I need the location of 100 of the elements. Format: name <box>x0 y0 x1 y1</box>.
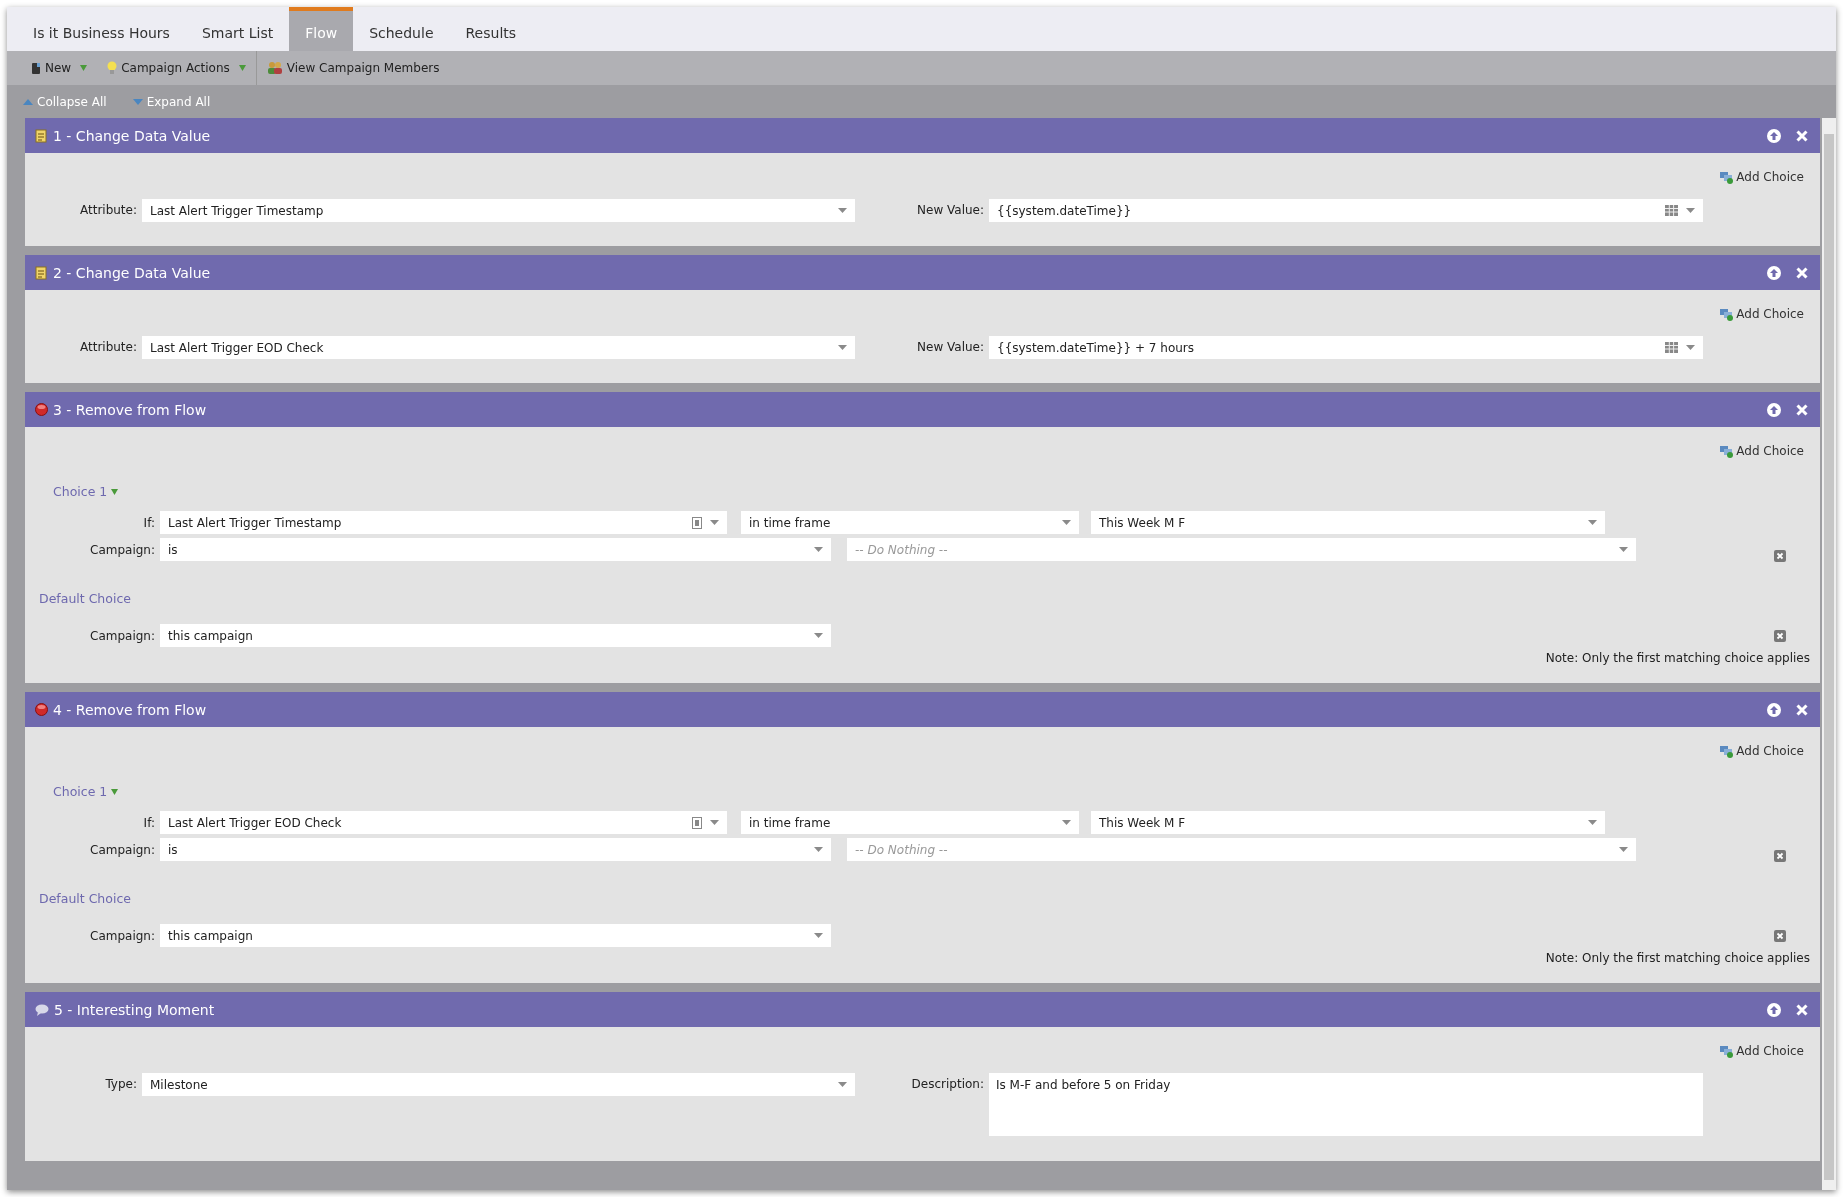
caret-icon <box>838 345 847 350</box>
toolbar-button[interactable]: New <box>21 51 98 85</box>
add-choice-button[interactable]: Add Choice <box>1720 307 1804 321</box>
field-label: If: <box>142 815 156 830</box>
close-icon[interactable] <box>1796 403 1808 416</box>
value-field[interactable]: {{system.dateTime}} <box>989 199 1703 222</box>
toolbar-button[interactable]: View Campaign Members <box>256 51 450 85</box>
remove-choice-button[interactable] <box>1774 930 1786 945</box>
field-label: Campaign: <box>89 842 156 857</box>
stop-icon <box>35 703 48 716</box>
calendar-icon <box>1665 342 1678 353</box>
add-choice-button[interactable]: Add Choice <box>1720 1044 1804 1058</box>
tab[interactable]: Smart List <box>185 7 290 51</box>
toolbar-button[interactable]: Campaign Actions <box>97 51 257 85</box>
tab[interactable]: Is it Business Hours <box>17 7 186 51</box>
close-icon[interactable] <box>1796 1003 1808 1016</box>
caret-icon <box>111 488 119 495</box>
field-label: If: <box>142 515 156 530</box>
stop-icon <box>35 403 48 416</box>
value-field[interactable]: {{system.dateTime}} + 7 hours <box>989 336 1703 359</box>
add-choice-button[interactable]: Add Choice <box>1720 444 1804 458</box>
field-label: Description: <box>910 1076 985 1093</box>
filter-select[interactable]: Last Alert Trigger EOD Check <box>160 811 727 834</box>
remove-choice-button[interactable] <box>1774 550 1786 565</box>
add-choice-icon <box>1720 744 1735 758</box>
attribute-select[interactable]: Milestone <box>142 1073 855 1096</box>
caret-icon <box>238 65 246 71</box>
speech-bubble-icon <box>35 1003 49 1016</box>
field-label: Campaign: <box>89 628 156 643</box>
note-text: Note: Only the first matching choice applies <box>1545 951 1810 965</box>
add-choice-icon <box>1720 1044 1735 1058</box>
campaign-select[interactable]: is <box>160 538 831 561</box>
close-icon[interactable] <box>1796 703 1808 716</box>
description-field[interactable]: Is M-F and before 5 on Friday <box>989 1073 1703 1136</box>
step-title: 3 - Remove from Flow <box>53 401 208 418</box>
add-choice-button[interactable]: Add Choice <box>1720 170 1804 184</box>
caret-icon <box>838 1082 847 1087</box>
campaign-select[interactable]: this campaign <box>160 924 831 947</box>
triangle-down-icon <box>132 98 143 105</box>
add-choice-icon <box>1720 170 1735 184</box>
close-icon[interactable] <box>1796 129 1808 142</box>
field-label: Campaign: <box>89 542 156 557</box>
tab[interactable]: Schedule <box>353 7 450 51</box>
notepad-icon <box>35 265 48 280</box>
notepad-icon <box>35 128 48 143</box>
choice-toggle[interactable]: Choice 1 <box>53 784 119 799</box>
attribute-select[interactable]: Last Alert Trigger Timestamp <box>142 199 855 222</box>
attribute-select[interactable]: Last Alert Trigger EOD Check <box>142 336 855 359</box>
close-icon[interactable] <box>1796 266 1808 279</box>
caret-icon <box>80 65 88 71</box>
caret-icon <box>814 933 823 938</box>
field-label: Campaign: <box>89 928 156 943</box>
caret-icon <box>1619 547 1628 552</box>
operator-select[interactable]: in time frame <box>741 511 1079 534</box>
default-choice-label: Default Choice <box>39 891 131 906</box>
add-choice-icon <box>1720 307 1735 321</box>
default-choice-label: Default Choice <box>39 591 131 606</box>
caret-icon <box>111 788 119 795</box>
step-title: 2 - Change Data Value <box>53 264 212 281</box>
value-select[interactable]: This Week M F <box>1091 811 1605 834</box>
move-up-icon[interactable] <box>1767 128 1781 143</box>
field-label: Attribute: <box>78 202 138 219</box>
caret-icon <box>710 520 719 525</box>
field-label: New Value: <box>916 202 985 219</box>
caret-icon <box>1588 520 1597 525</box>
move-up-icon[interactable] <box>1767 265 1781 280</box>
caret-icon <box>838 208 847 213</box>
add-choice-button[interactable]: Add Choice <box>1720 744 1804 758</box>
remove-choice-button[interactable] <box>1774 630 1786 645</box>
campaign-select[interactable]: is <box>160 838 831 861</box>
field-label: Type: <box>104 1076 138 1093</box>
remove-choice-button[interactable] <box>1774 850 1786 865</box>
caret-icon <box>814 847 823 852</box>
calendar-icon <box>1665 205 1678 216</box>
tab[interactable]: Results <box>449 7 533 51</box>
add-choice-icon <box>1720 444 1735 458</box>
campaign-select[interactable]: this campaign <box>160 624 831 647</box>
step-title: 1 - Change Data Value <box>53 127 212 144</box>
move-up-icon[interactable] <box>1767 402 1781 417</box>
caret-icon <box>1619 847 1628 852</box>
book-icon <box>31 61 41 75</box>
move-up-icon[interactable] <box>1767 1002 1781 1017</box>
caret-icon <box>1062 520 1071 525</box>
token-icon <box>692 516 702 529</box>
choice-toggle[interactable]: Choice 1 <box>53 484 119 499</box>
step-title: 5 - Interesting Moment <box>54 1001 216 1018</box>
operator-select[interactable]: in time frame <box>741 811 1079 834</box>
caret-icon <box>1686 345 1695 350</box>
caret-icon <box>814 633 823 638</box>
note-text: Note: Only the first matching choice applies <box>1545 651 1810 665</box>
scrollbar[interactable] <box>1822 118 1836 1190</box>
caret-icon <box>1062 820 1071 825</box>
value-select[interactable]: This Week M F <box>1091 511 1605 534</box>
filter-select[interactable]: Last Alert Trigger Timestamp <box>160 511 727 534</box>
field-label: Attribute: <box>78 339 138 356</box>
caret-icon <box>1686 208 1695 213</box>
caret-icon <box>814 547 823 552</box>
move-up-icon[interactable] <box>1767 702 1781 717</box>
field-label: New Value: <box>916 339 985 356</box>
caret-icon <box>1588 820 1597 825</box>
